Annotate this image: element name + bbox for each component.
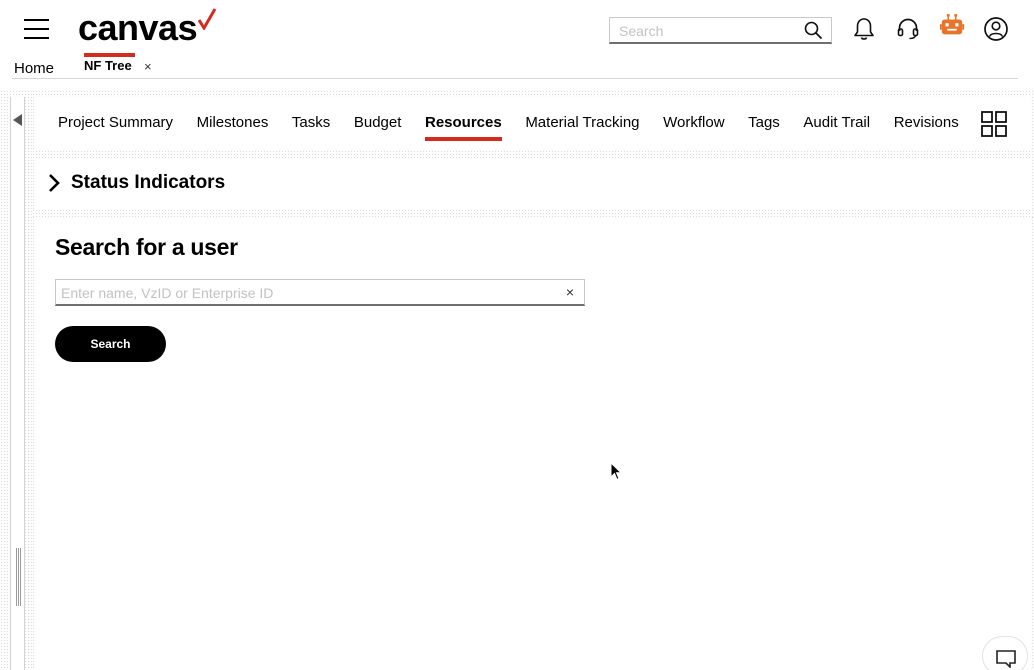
chat-bubble-icon [996, 650, 1016, 668]
user-search-title: Search for a user [55, 234, 238, 260]
expand-panel-arrow-icon[interactable] [13, 114, 22, 126]
checkmark-logo-icon [198, 8, 217, 30]
tab-workflow[interactable]: Workflow [663, 114, 724, 131]
status-indicators-label: Status Indicators [71, 172, 226, 193]
clear-icon[interactable]: × [566, 284, 574, 300]
bot-icon[interactable] [939, 13, 965, 39]
section-separator [32, 150, 1034, 158]
tab-tags[interactable]: Tags [748, 114, 780, 131]
tab-tasks[interactable]: Tasks [292, 114, 330, 131]
mouse-cursor-icon [610, 462, 622, 481]
global-search-input[interactable] [610, 18, 800, 43]
global-search [609, 17, 832, 44]
project-section-nav: Project Summary Milestones Tasks Budget … [58, 114, 982, 141]
app-page: canvas Home [0, 0, 1034, 670]
active-tab-indicator [84, 53, 135, 57]
user-search-input[interactable] [56, 280, 556, 305]
close-tab-icon[interactable]: × [144, 59, 152, 74]
user-search-field: × [55, 279, 585, 306]
canvas-logo[interactable]: canvas [78, 6, 217, 48]
grid-view-icon[interactable] [981, 111, 1007, 137]
tab-material-tracking[interactable]: Material Tracking [525, 114, 639, 131]
account-icon[interactable] [983, 16, 1009, 42]
nf-tree-tab-label[interactable]: NF Tree [84, 58, 132, 73]
bell-icon[interactable] [851, 16, 877, 42]
tab-resources[interactable]: Resources [425, 114, 502, 141]
headset-icon[interactable] [895, 16, 921, 42]
search-button[interactable]: Search [55, 326, 166, 362]
feedback-chat-button[interactable] [982, 636, 1028, 670]
chevron-right-icon [49, 174, 60, 192]
logo-text: canvas [78, 7, 198, 48]
status-indicators-toggle[interactable]: Status Indicators [47, 172, 225, 194]
search-icon[interactable] [804, 21, 823, 40]
tab-project-summary[interactable]: Project Summary [58, 114, 173, 131]
hamburger-menu-icon[interactable] [24, 18, 49, 40]
panel-resize-handle[interactable] [15, 548, 23, 606]
tab-revisions[interactable]: Revisions [894, 114, 959, 131]
home-tab[interactable]: Home [14, 60, 54, 77]
section-separator [32, 209, 1034, 217]
tab-strip-divider [12, 78, 1018, 79]
tab-milestones[interactable]: Milestones [197, 114, 269, 131]
tab-audit-trail[interactable]: Audit Trail [803, 114, 870, 131]
nf-tree-tab[interactable]: NF Tree × [84, 53, 152, 74]
tab-budget[interactable]: Budget [354, 114, 402, 131]
